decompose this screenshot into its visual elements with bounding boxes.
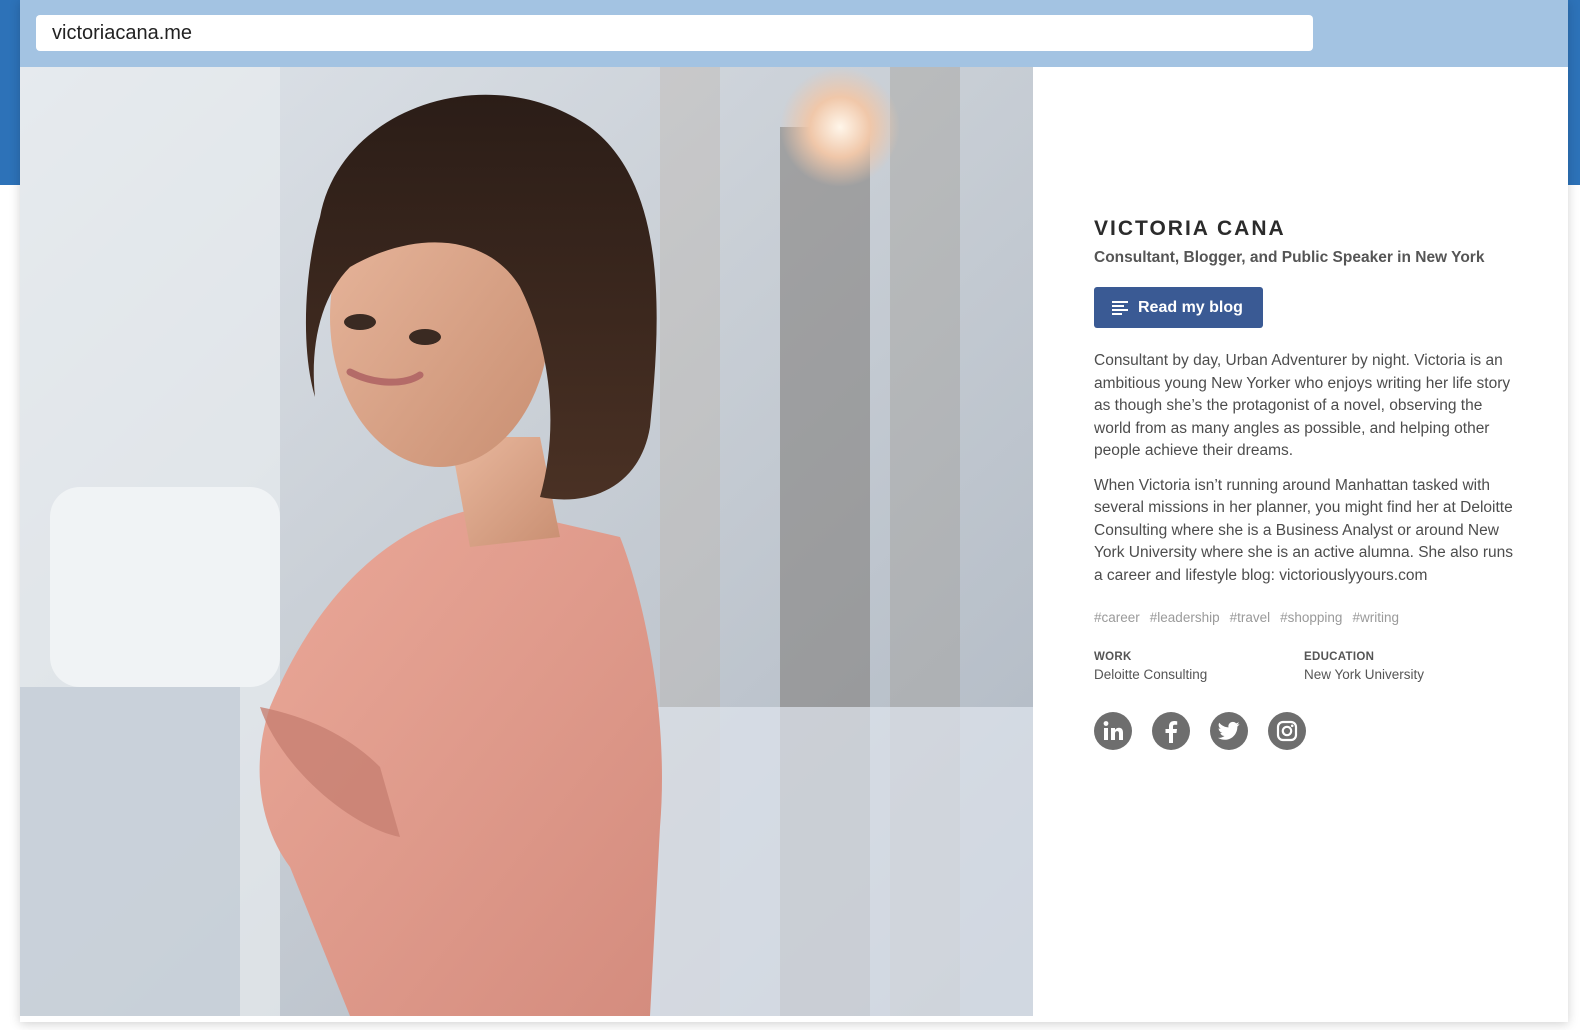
url-field[interactable]: victoriacana.me	[36, 15, 1313, 51]
tag-leadership[interactable]: #leadership	[1150, 610, 1220, 625]
work-info: WORK Deloitte Consulting	[1094, 651, 1304, 682]
tag-shopping[interactable]: #shopping	[1280, 610, 1342, 625]
profile-card: VICTORIA CANA Consultant, Blogger, and P…	[1094, 217, 1514, 750]
tag-list: #career #leadership #travel #shopping #w…	[1094, 610, 1514, 625]
tag-career[interactable]: #career	[1094, 610, 1140, 625]
instagram-icon[interactable]	[1268, 712, 1306, 750]
menu-lines-icon	[1112, 300, 1128, 315]
profile-meta: WORK Deloitte Consulting EDUCATION New Y…	[1094, 651, 1514, 682]
tag-travel[interactable]: #travel	[1230, 610, 1271, 625]
profile-photo	[20, 67, 1033, 1016]
bio-paragraph: Consultant by day, Urban Adventurer by n…	[1094, 352, 1511, 459]
social-links	[1094, 712, 1514, 750]
browser-bar: victoriacana.me	[20, 0, 1568, 67]
profile-tagline: Consultant, Blogger, and Public Speaker …	[1094, 249, 1485, 266]
profile-bio: Consultant by day, Urban Adventurer by n…	[1094, 350, 1514, 587]
bio-paragraph: When Victoria isn’t running around Manha…	[1094, 476, 1513, 584]
education-info: EDUCATION New York University	[1304, 651, 1514, 682]
facebook-icon[interactable]	[1152, 712, 1190, 750]
linkedin-icon[interactable]	[1094, 712, 1132, 750]
profile-name: VICTORIA CANA	[1094, 217, 1286, 240]
twitter-icon[interactable]	[1210, 712, 1248, 750]
education-value: New York University	[1304, 667, 1425, 682]
education-label: EDUCATION	[1304, 651, 1375, 663]
browser-window: victoriacana.me VICTORIA CANA Consultant…	[20, 0, 1568, 1022]
read-blog-label: Read my blog	[1138, 298, 1243, 316]
work-label: WORK	[1094, 651, 1132, 663]
read-blog-button[interactable]: Read my blog	[1094, 287, 1263, 328]
tag-writing[interactable]: #writing	[1352, 610, 1399, 625]
work-value: Deloitte Consulting	[1094, 667, 1208, 682]
